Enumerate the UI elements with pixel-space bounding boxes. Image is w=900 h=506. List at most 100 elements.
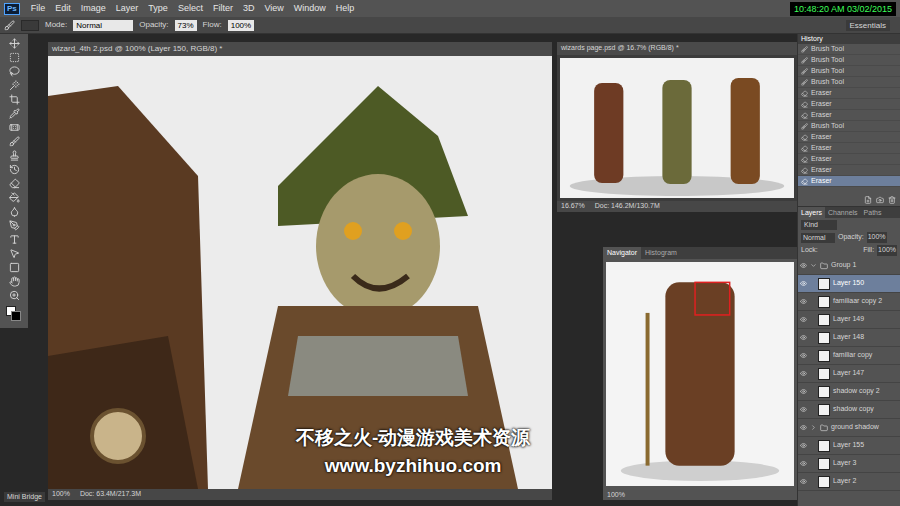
visibility-icon[interactable] [800, 262, 807, 269]
layer-row[interactable]: shadow copy 2 [798, 383, 900, 401]
visibility-icon[interactable] [800, 352, 807, 359]
mode-select[interactable]: Normal [73, 20, 133, 31]
visibility-icon[interactable] [800, 460, 807, 467]
zoom-level[interactable]: 100% [52, 489, 70, 500]
document-tab[interactable]: wizards page.psd @ 16.7% (RGB/8) * [557, 42, 797, 55]
color-swatches[interactable] [6, 306, 22, 322]
panel-tab[interactable]: Layers [798, 207, 825, 218]
shape-icon[interactable] [9, 262, 20, 273]
type-icon[interactable] [9, 234, 20, 245]
layer-row[interactable]: Layer 147 [798, 365, 900, 383]
visibility-icon[interactable] [800, 442, 807, 449]
zoom-level[interactable]: 16.67% [561, 201, 585, 212]
visibility-icon[interactable] [800, 424, 807, 431]
trash-icon[interactable] [888, 196, 896, 204]
layer-row[interactable]: familiaar copy 2 [798, 293, 900, 311]
marquee-icon[interactable] [9, 52, 20, 63]
menu-item[interactable]: Image [76, 0, 111, 17]
menu-item[interactable]: Type [143, 0, 173, 17]
clock: 10:48:20 AM 03/02/2015 [790, 2, 896, 16]
menu-item[interactable]: Help [331, 0, 360, 17]
layer-row[interactable]: Layer 149 [798, 311, 900, 329]
blend-mode[interactable]: Normal [801, 233, 835, 243]
menu-item[interactable]: File [26, 0, 51, 17]
history-item[interactable]: Eraser [798, 176, 900, 187]
history-item[interactable]: Eraser [798, 99, 900, 110]
history-item[interactable]: Eraser [798, 132, 900, 143]
panel-tab[interactable]: Histogram [641, 247, 681, 259]
lasso-icon[interactable] [9, 66, 20, 77]
move-icon[interactable] [9, 38, 20, 49]
wand-icon[interactable] [9, 80, 20, 91]
visibility-icon[interactable] [800, 280, 807, 287]
document-tab[interactable]: wizard_4th 2.psd @ 100% (Layer 150, RGB/… [48, 42, 552, 56]
layer-row[interactable]: familiar copy [798, 347, 900, 365]
eraser-icon [801, 134, 808, 141]
layer-row[interactable]: ground shadow [798, 419, 900, 437]
expand-icon[interactable] [810, 262, 817, 269]
history-item[interactable]: Eraser [798, 88, 900, 99]
new-document-icon[interactable] [864, 196, 872, 204]
visibility-icon[interactable] [800, 316, 807, 323]
menu-item[interactable]: Window [289, 0, 331, 17]
pen-icon[interactable] [9, 220, 20, 231]
history-item[interactable]: Brush Tool [798, 66, 900, 77]
workspace-select[interactable]: Essentials [846, 20, 890, 31]
snapshot-icon[interactable] [876, 196, 884, 204]
history-item[interactable]: Brush Tool [798, 121, 900, 132]
crop-icon[interactable] [9, 94, 20, 105]
stamp-icon[interactable] [9, 150, 20, 161]
menu-item[interactable]: Layer [111, 0, 144, 17]
panel-tab[interactable]: History [801, 35, 823, 42]
menu-item[interactable]: Select [173, 0, 208, 17]
opacity-field[interactable]: 100% [867, 232, 887, 243]
fill-field[interactable]: 100% [877, 245, 897, 256]
brush-icon[interactable] [9, 136, 20, 147]
blur-icon[interactable] [9, 206, 20, 217]
visibility-icon[interactable] [800, 388, 807, 395]
visibility-icon[interactable] [800, 370, 807, 377]
visibility-icon[interactable] [800, 298, 807, 305]
menu-item[interactable]: View [259, 0, 288, 17]
visibility-icon[interactable] [800, 334, 807, 341]
eyedropper-icon[interactable] [9, 108, 20, 119]
visibility-icon[interactable] [800, 406, 807, 413]
menu-item[interactable]: Edit [50, 0, 76, 17]
layer-row[interactable]: Group 1 [798, 257, 900, 275]
eraser-icon[interactable] [9, 178, 20, 189]
brush-size[interactable] [21, 20, 39, 31]
history-item[interactable]: Eraser [798, 154, 900, 165]
layer-row[interactable]: Layer 148 [798, 329, 900, 347]
mini-bridge-tab[interactable]: Mini Bridge [4, 492, 45, 502]
healing-icon[interactable] [9, 122, 20, 133]
history-item[interactable]: Brush Tool [798, 77, 900, 88]
bucket-icon[interactable] [9, 192, 20, 203]
opacity-field[interactable]: 73% [175, 20, 197, 31]
layer-row[interactable]: Layer 155 [798, 437, 900, 455]
history-item[interactable]: Brush Tool [798, 55, 900, 66]
select-icon[interactable] [9, 248, 20, 259]
layer-row[interactable]: Layer 3 [798, 455, 900, 473]
layer-row[interactable]: Layer 150 [798, 275, 900, 293]
flow-field[interactable]: 100% [228, 20, 254, 31]
navigator-zoom[interactable]: 100% [603, 489, 797, 500]
collapse-icon[interactable] [810, 424, 817, 431]
menu-item[interactable]: Filter [208, 0, 238, 17]
history-item[interactable]: Brush Tool [798, 44, 900, 55]
panel-tab[interactable]: Paths [861, 207, 885, 218]
zoom-icon[interactable] [9, 290, 20, 301]
layer-thumbnail [818, 332, 830, 344]
hand-icon[interactable] [9, 276, 20, 287]
history-item[interactable]: Eraser [798, 110, 900, 121]
brush-icon[interactable] [4, 20, 15, 31]
visibility-icon[interactable] [800, 478, 807, 485]
layer-row[interactable]: Layer 2 [798, 473, 900, 491]
panel-tab[interactable]: Channels [825, 207, 861, 218]
menu-item[interactable]: 3D [238, 0, 260, 17]
history-item[interactable]: Eraser [798, 143, 900, 154]
layer-row[interactable]: shadow copy [798, 401, 900, 419]
panel-tab[interactable]: Navigator [603, 247, 641, 259]
history-item[interactable]: Eraser [798, 165, 900, 176]
history-brush-icon[interactable] [9, 164, 20, 175]
kind-filter[interactable]: Kind [801, 220, 837, 230]
